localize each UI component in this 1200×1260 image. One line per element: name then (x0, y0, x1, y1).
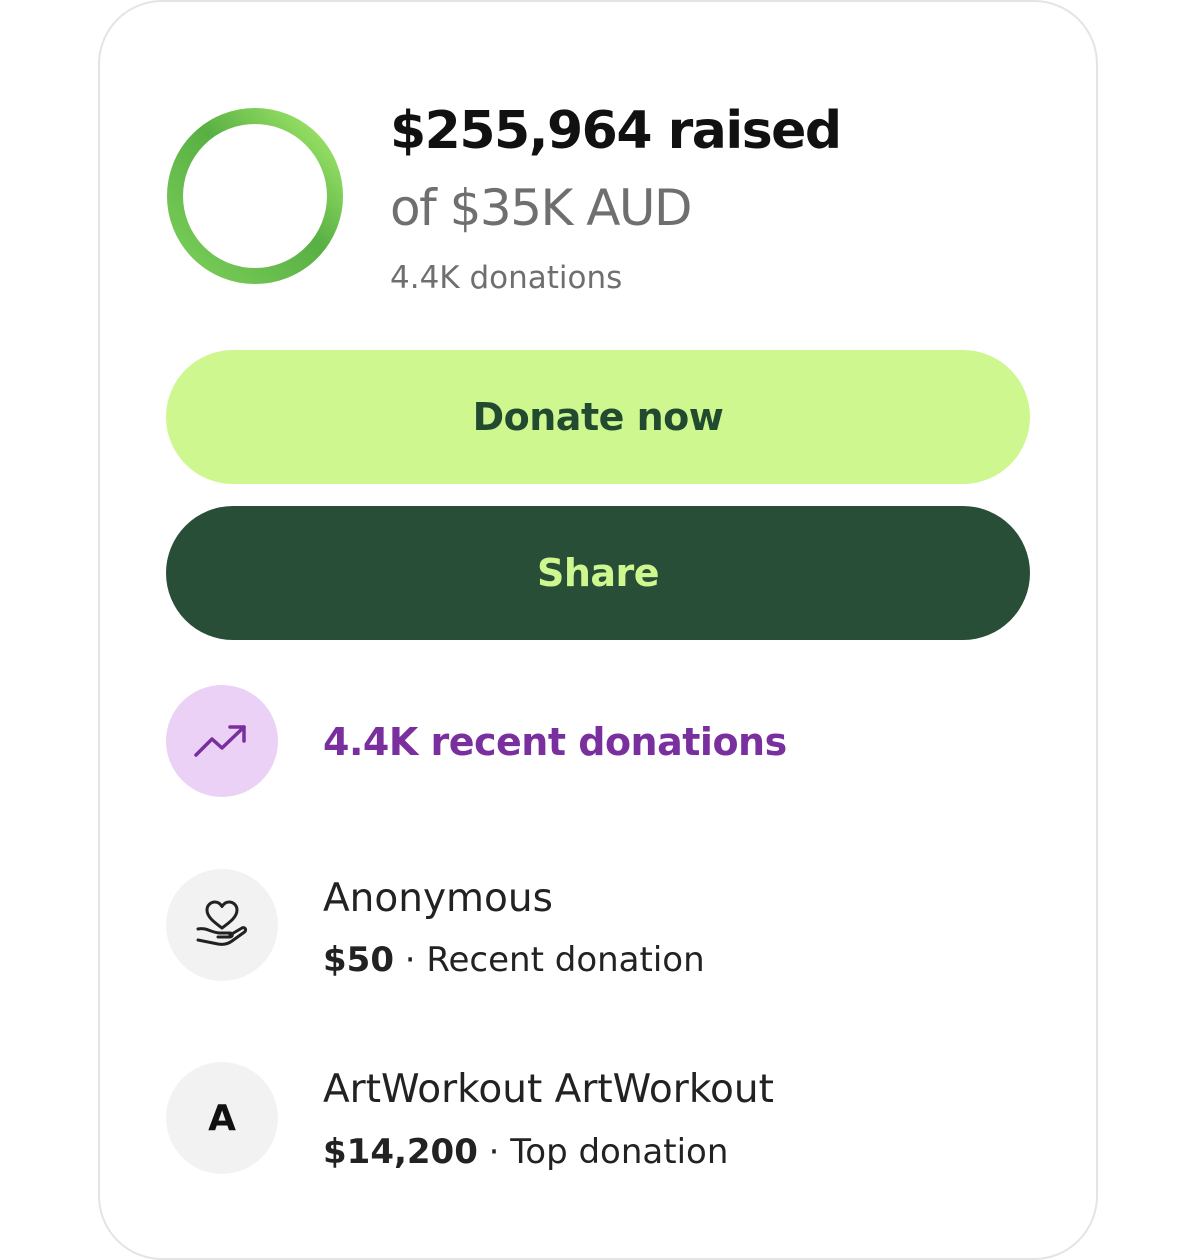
donation-detail: $50 · Recent donation (323, 937, 705, 983)
donation-detail: $14,200 · Top donation (323, 1129, 728, 1175)
donation-amount: $14,200 (323, 1132, 478, 1172)
donor-avatar: A (166, 1062, 278, 1174)
recent-donations-badge (166, 685, 278, 797)
heart-in-hand-icon (196, 900, 248, 946)
detail-separator: · (477, 1132, 511, 1172)
goal-amount: of $35K AUD (390, 179, 693, 237)
donor-name: ArtWorkout ArtWorkout (323, 1067, 774, 1112)
donate-now-button[interactable]: Donate now (166, 350, 1030, 484)
donation-type: Recent donation (426, 940, 705, 980)
progress-ring (167, 108, 343, 284)
avatar-initial: A (208, 1097, 236, 1139)
donor-name: Anonymous (323, 876, 553, 921)
share-button[interactable]: Share (166, 506, 1030, 640)
donor-avatar (166, 869, 278, 981)
amount-raised: $255,964 raised (390, 101, 842, 161)
recent-donations-link[interactable]: 4.4K recent donations (323, 716, 787, 768)
progress-ring-fill (167, 108, 343, 284)
donations-count: 4.4K donations (390, 260, 623, 296)
detail-separator: · (393, 940, 427, 980)
trending-up-icon (194, 725, 246, 757)
donation-amount: $50 (323, 940, 394, 980)
donation-type: Top donation (510, 1132, 729, 1172)
